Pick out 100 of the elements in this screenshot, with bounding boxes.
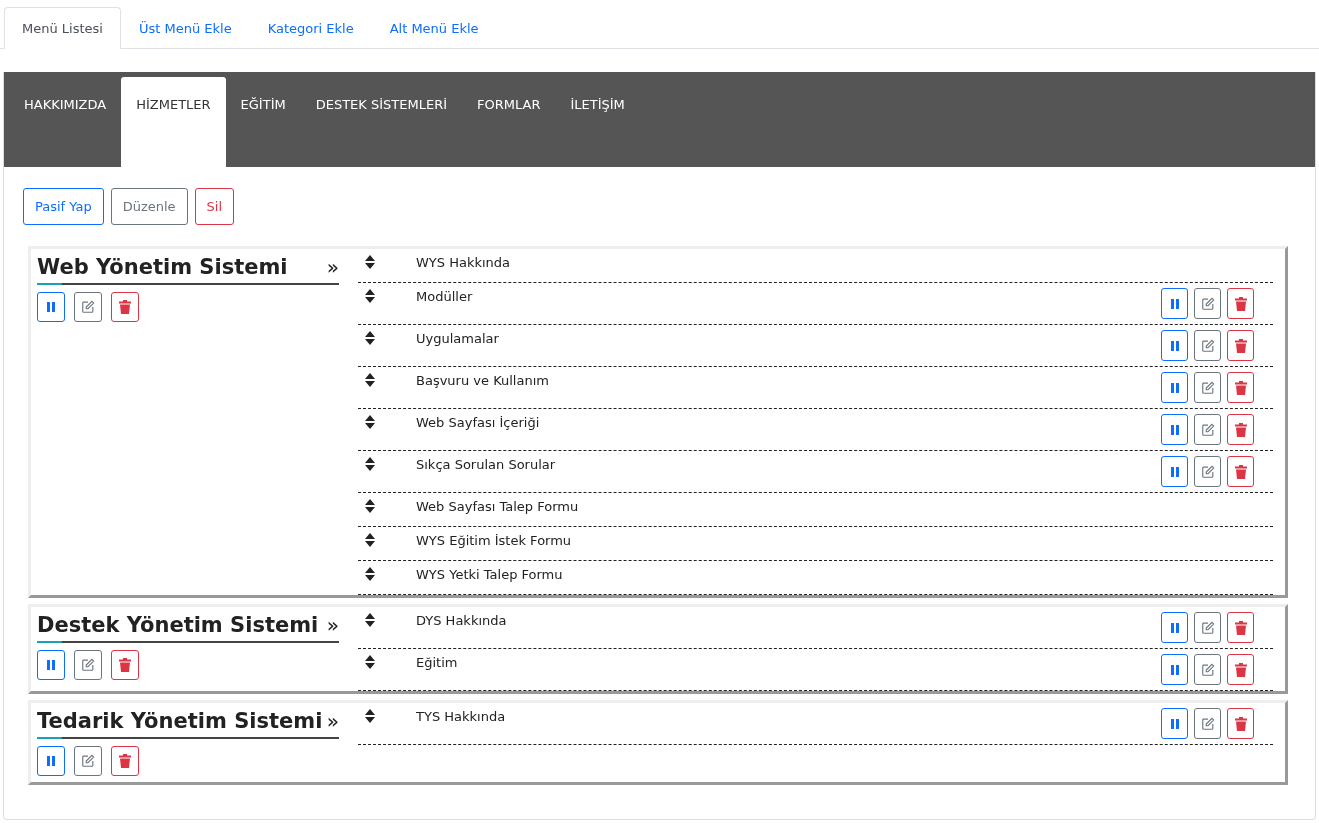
menu-tab[interactable]: DESTEK SİSTEMLERİ — [300, 77, 463, 167]
trash-icon — [1234, 716, 1247, 731]
trash-icon — [119, 754, 131, 768]
page-tab[interactable]: Üst Menü Ekle — [120, 7, 250, 49]
menu-item-label: TYS Hakkında — [416, 709, 506, 724]
delete-button[interactable] — [1227, 612, 1254, 643]
edit-icon — [1200, 662, 1215, 677]
page-tab[interactable]: Menü Listesi — [4, 7, 121, 49]
pause-button[interactable] — [1161, 708, 1188, 739]
edit-icon — [81, 300, 95, 314]
trash-icon — [1234, 662, 1247, 677]
edit-icon — [1200, 296, 1215, 311]
sort-icon[interactable] — [365, 499, 375, 513]
delete-button[interactable] — [1227, 414, 1254, 445]
menu-item-label: Sıkça Sorulan Sorular — [416, 457, 556, 472]
edit-icon — [1200, 338, 1215, 353]
deactivate-button[interactable]: Pasif Yap — [23, 188, 104, 225]
delete-button[interactable] — [111, 650, 139, 680]
delete-button[interactable]: Sil — [194, 188, 235, 225]
sort-icon[interactable] — [365, 655, 375, 669]
delete-button[interactable] — [1227, 708, 1254, 739]
page-tab[interactable]: Alt Menü Ekle — [371, 7, 497, 49]
pause-button[interactable] — [1161, 414, 1188, 445]
trash-icon — [1234, 296, 1247, 311]
pause-button[interactable] — [1161, 456, 1188, 487]
edit-button[interactable] — [1194, 708, 1221, 739]
trash-icon — [1234, 620, 1247, 635]
pause-icon — [1170, 340, 1179, 351]
pause-icon — [1170, 622, 1179, 633]
pause-icon — [47, 756, 55, 766]
pause-button[interactable] — [37, 292, 65, 322]
sort-icon[interactable] — [365, 613, 375, 627]
edit-icon — [1200, 422, 1215, 437]
pause-icon — [1170, 298, 1179, 309]
pause-icon — [1170, 382, 1179, 393]
sort-icon[interactable] — [365, 373, 375, 387]
pause-icon — [1170, 718, 1179, 729]
pause-button[interactable] — [1161, 288, 1188, 319]
sort-icon[interactable] — [365, 457, 375, 471]
menu-item-label: DYS Hakkında — [416, 613, 507, 628]
menu-tab[interactable]: EĞİTİM — [225, 77, 301, 167]
delete-button[interactable] — [1227, 372, 1254, 403]
trash-icon — [119, 300, 131, 314]
edit-icon — [81, 754, 95, 768]
edit-button[interactable] — [74, 650, 102, 680]
delete-button[interactable] — [1227, 456, 1254, 487]
edit-button[interactable] — [1194, 288, 1221, 319]
category-title: Destek Yönetim Sistemi — [37, 613, 319, 637]
sort-icon[interactable] — [365, 255, 375, 269]
sort-icon[interactable] — [365, 709, 375, 723]
menu-tab[interactable]: FORMLAR — [462, 77, 556, 167]
edit-button[interactable]: Düzenle — [110, 188, 188, 225]
menu-item-label: WYS Eğitim İstek Formu — [416, 533, 572, 548]
edit-button[interactable] — [1194, 372, 1221, 403]
double-chevron: » — [326, 613, 339, 637]
menu-item-label: WYS Yetki Talep Formu — [416, 567, 563, 582]
pause-button[interactable] — [1161, 612, 1188, 643]
menu-item-label: Başvuru ve Kullanım — [416, 373, 549, 388]
double-chevron: » — [326, 255, 339, 279]
menu-item-label: Web Sayfası Talep Formu — [416, 499, 579, 514]
edit-icon — [1200, 464, 1215, 479]
edit-icon — [1200, 620, 1215, 635]
sort-icon[interactable] — [365, 533, 375, 547]
sort-icon[interactable] — [365, 331, 375, 345]
edit-button[interactable] — [74, 292, 102, 322]
edit-button[interactable] — [1194, 330, 1221, 361]
delete-button[interactable] — [1227, 330, 1254, 361]
menu-tab[interactable]: HİZMETLER — [121, 77, 226, 167]
pause-icon — [47, 660, 55, 670]
edit-button[interactable] — [1194, 414, 1221, 445]
menu-tab[interactable]: HAKKIMIZDA — [9, 77, 122, 167]
pause-icon — [1170, 664, 1179, 675]
pause-icon — [1170, 424, 1179, 435]
edit-button[interactable] — [74, 746, 102, 776]
pause-button[interactable] — [37, 650, 65, 680]
delete-button[interactable] — [1227, 654, 1254, 685]
double-chevron: » — [326, 709, 339, 733]
delete-button[interactable] — [111, 292, 139, 322]
edit-button[interactable] — [1194, 612, 1221, 643]
delete-button[interactable] — [1227, 288, 1254, 319]
page-tab[interactable]: Kategori Ekle — [249, 7, 372, 49]
trash-icon — [119, 658, 131, 672]
edit-button[interactable] — [1194, 654, 1221, 685]
edit-icon — [1200, 380, 1215, 395]
trash-icon — [1234, 380, 1247, 395]
trash-icon — [1234, 422, 1247, 437]
menu-tab[interactable]: İLETİŞİM — [555, 77, 640, 167]
pause-button[interactable] — [1161, 330, 1188, 361]
edit-button[interactable] — [1194, 456, 1221, 487]
pause-button[interactable] — [1161, 654, 1188, 685]
edit-icon — [1200, 716, 1215, 731]
menu-item-label: Modüller — [416, 289, 473, 304]
menu-item-label: Web Sayfası İçeriği — [416, 415, 540, 430]
sort-icon[interactable] — [365, 567, 375, 581]
menu-item-label: WYS Hakkında — [416, 255, 511, 270]
sort-icon[interactable] — [365, 289, 375, 303]
pause-button[interactable] — [1161, 372, 1188, 403]
sort-icon[interactable] — [365, 415, 375, 429]
pause-button[interactable] — [37, 746, 65, 776]
delete-button[interactable] — [111, 746, 139, 776]
